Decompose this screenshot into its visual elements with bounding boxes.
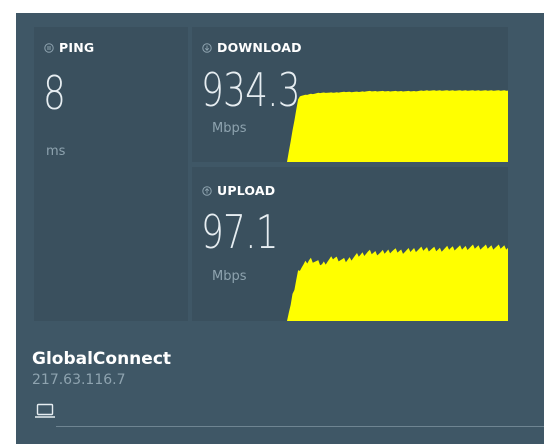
download-arrow-icon: [202, 42, 212, 53]
upload-label: UPLOAD: [217, 183, 276, 198]
upload-graph: [287, 244, 508, 321]
ping-value: 8: [43, 66, 66, 120]
download-header: DOWNLOAD: [202, 40, 302, 55]
ping-tile: PING 8 ms: [34, 27, 188, 321]
upload-graph-area: [287, 244, 508, 321]
download-unit: Mbps: [212, 121, 247, 136]
upload-tile: UPLOAD 97.1 Mbps: [192, 167, 508, 321]
ping-icon: [44, 42, 54, 53]
ping-label: PING: [59, 40, 95, 55]
server-name: GlobalConnect: [32, 349, 172, 369]
divider: [56, 426, 544, 427]
download-label: DOWNLOAD: [217, 40, 302, 55]
upload-value: 97.1: [201, 205, 279, 259]
download-graph: [287, 90, 508, 162]
ping-header: PING: [44, 40, 94, 55]
download-tile: DOWNLOAD 934.3 Mbps: [192, 27, 508, 162]
server-ip: 217.63.116.7: [32, 372, 126, 388]
speedtest-results-view: PING 8 ms DOWNLOAD 934.3 Mbps UPLOAD 97.…: [0, 0, 548, 444]
upload-arrow-icon: [202, 185, 212, 196]
results-panel: PING 8 ms DOWNLOAD 934.3 Mbps UPLOAD 97.…: [16, 13, 544, 444]
download-value: 934.3: [201, 63, 301, 117]
download-graph-area: [287, 90, 508, 162]
upload-unit: Mbps: [212, 269, 247, 284]
ping-unit: ms: [46, 144, 66, 159]
upload-header: UPLOAD: [202, 183, 275, 198]
laptop-icon[interactable]: [34, 403, 56, 419]
